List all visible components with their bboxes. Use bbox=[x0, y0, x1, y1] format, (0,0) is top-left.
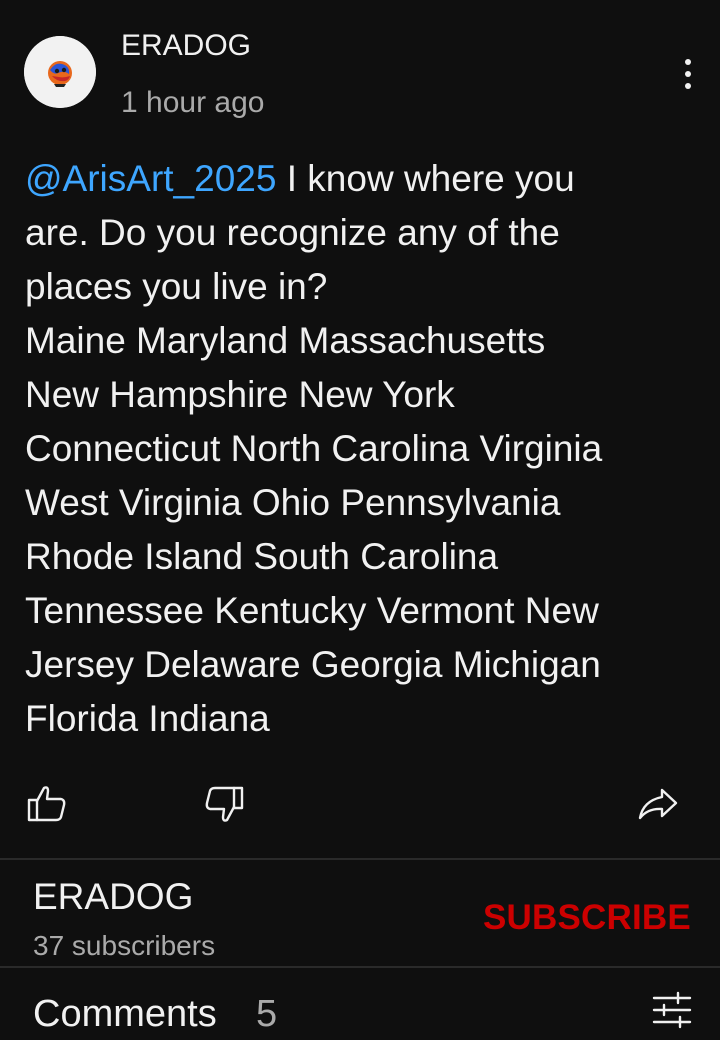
comment-line: Jersey Delaware Georgia Michigan bbox=[25, 644, 601, 685]
comment-line: Tennessee Kentucky Vermont New bbox=[25, 590, 599, 631]
comment-line: Florida Indiana bbox=[25, 698, 270, 739]
divider bbox=[0, 858, 720, 860]
comment-author[interactable]: ERADOG bbox=[121, 28, 251, 64]
subscribe-button[interactable]: SUBSCRIBE bbox=[483, 898, 691, 938]
more-vertical-icon[interactable] bbox=[672, 56, 704, 92]
channel-name[interactable]: ERADOG bbox=[33, 876, 193, 918]
share-icon[interactable] bbox=[634, 780, 682, 828]
sliders-icon[interactable] bbox=[652, 990, 692, 1030]
comment-line: places you live in? bbox=[25, 266, 328, 307]
comment-line: are. Do you recognize any of the bbox=[25, 212, 560, 253]
comment-line: @ArisArt_2025 I know where you bbox=[25, 158, 575, 199]
comment-card: ERADOG 1 hour ago @ArisArt_2025 I know w… bbox=[0, 0, 720, 858]
thumbs-down-icon[interactable] bbox=[202, 780, 250, 828]
comment-actions bbox=[0, 780, 720, 828]
comment-line: Maine Maryland Massachusetts bbox=[25, 320, 546, 361]
comment-line: New Hampshire New York bbox=[25, 374, 455, 415]
thumbs-up-icon[interactable] bbox=[24, 780, 72, 828]
avatar-icon[interactable] bbox=[24, 36, 96, 108]
comment-timestamp: 1 hour ago bbox=[121, 86, 265, 119]
comment-line: Rhode Island South Carolina bbox=[25, 536, 499, 577]
mention-link[interactable]: @ArisArt_2025 bbox=[25, 158, 276, 199]
comments-title: Comments bbox=[33, 993, 217, 1035]
comment-line: West Virginia Ohio Pennsylvania bbox=[25, 482, 561, 523]
subscriber-count: 37 subscribers bbox=[33, 930, 216, 961]
comment-line: Connecticut North Carolina Virginia bbox=[25, 428, 603, 469]
divider bbox=[0, 966, 720, 968]
comment-text: @ArisArt_2025 I know where you are. Do y… bbox=[25, 152, 705, 746]
comments-count: 5 bbox=[256, 993, 278, 1035]
